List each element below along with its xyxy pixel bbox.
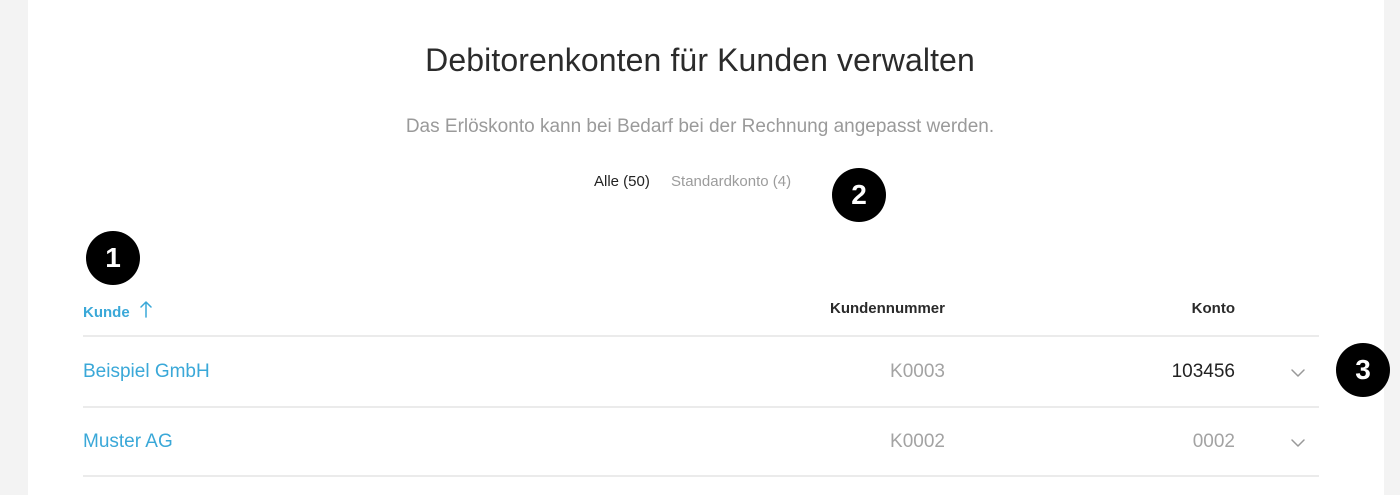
filter-tabs: Alle (50) Standardkonto (4): [594, 173, 808, 190]
table-row[interactable]: Muster AG K0002 0002: [0, 407, 1400, 477]
customer-name-link[interactable]: Beispiel GmbH: [83, 361, 210, 383]
customer-name-link[interactable]: Muster AG: [83, 431, 173, 453]
tab-standardkonto[interactable]: Standardkonto (4): [671, 173, 791, 190]
page-title: Debitorenkonten für Kunden verwalten: [425, 42, 975, 78]
chevron-down-icon[interactable]: [1290, 365, 1306, 381]
table-row[interactable]: Beispiel GmbH K0003 103456: [0, 337, 1400, 407]
column-header-kundennummer[interactable]: Kundennummer: [830, 300, 945, 317]
account-number: 0002: [1192, 431, 1235, 452]
annotation-marker-2: 2: [832, 168, 886, 222]
tab-alle[interactable]: Alle (50): [594, 173, 650, 190]
column-header-kunde-label: Kunde: [83, 304, 130, 321]
customer-number: K0002: [890, 431, 945, 452]
arrow-up-icon: [140, 300, 152, 322]
account-number: 103456: [1171, 361, 1235, 382]
chevron-down-icon[interactable]: [1290, 435, 1306, 451]
annotation-marker-1: 1: [86, 231, 140, 285]
customer-number: K0003: [890, 361, 945, 382]
divider: [83, 475, 1319, 477]
column-header-konto[interactable]: Konto: [1192, 300, 1235, 317]
column-header-kunde[interactable]: Kunde: [83, 300, 152, 322]
page-subtitle: Das Erlöskonto kann bei Bedarf bei der R…: [405, 116, 995, 137]
